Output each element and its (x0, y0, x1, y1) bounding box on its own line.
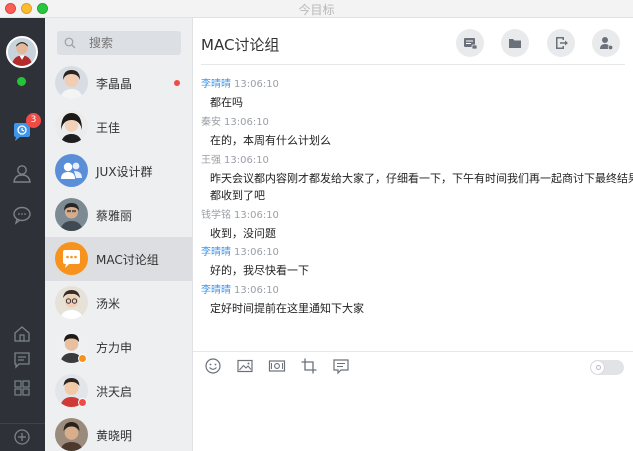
list-item-wangjia[interactable]: 王佳 (45, 105, 192, 149)
chat-bubble-icon[interactable] (11, 204, 33, 226)
list-item-hongtianqi[interactable]: 洪天启 (45, 369, 192, 413)
message-item: 李晴晴 13:06:10 好的，我尽快看一下 (201, 243, 625, 279)
message-meta: 李晴晴 13:06:10 (201, 243, 625, 258)
avatar (55, 198, 88, 231)
message-meta: 李晴晴 13:06:10 (201, 75, 625, 90)
chat-title: MAC讨论组 (201, 36, 280, 54)
avatar (55, 418, 88, 451)
message-item: 王强 13:06:10 昨天会议都内容刚才都发给大家了，仔细看一下，下午有时间我们… (201, 151, 633, 204)
avatar (55, 110, 88, 143)
add-circle-icon[interactable] (11, 426, 33, 448)
list-item-tangmi[interactable]: 汤米 (45, 281, 192, 325)
message-time: 13:06:10 (224, 117, 269, 128)
message-time: 13:06:10 (234, 79, 279, 90)
title-bar: 今目标 (0, 0, 633, 18)
message-text: 昨天会议都内容刚才都发给大家了，仔细看一下，下午有时间我们再一起商讨下最终结果，… (201, 170, 633, 204)
message-text: 在的，本周有什么计划么 (210, 134, 331, 147)
message-text: 定好时间提前在这里通知下大家 (210, 302, 364, 315)
message-item: 李晴晴 13:06:10 定好时间提前在这里通知下大家 (201, 281, 625, 317)
message-sender[interactable]: 李晴晴 (201, 285, 231, 296)
contact-name: 李晶晶 (96, 77, 133, 91)
message-meta: 李晴晴 13:06:10 (201, 281, 625, 296)
contact-name: 黄晓明 (96, 429, 133, 443)
message-meta: 秦安 13:06:10 (201, 113, 625, 128)
user-avatar-image (8, 38, 36, 66)
send-mode-toggle[interactable] (590, 360, 624, 375)
image-icon[interactable] (236, 357, 254, 375)
screenshot-icon[interactable] (268, 357, 286, 375)
list-item-huangxiaoming[interactable]: 黄晓明 (45, 413, 192, 451)
compose-button[interactable] (456, 29, 484, 57)
header-divider (201, 64, 625, 65)
crop-icon[interactable] (300, 357, 318, 375)
member-settings-button[interactable] (592, 29, 620, 57)
rail-divider (0, 423, 45, 424)
message-text: 收到，没问题 (210, 227, 276, 240)
folder-icon (509, 39, 521, 48)
list-item-jux-group[interactable]: JUX设计群 (45, 149, 192, 193)
message-sender[interactable]: 李晴晴 (201, 247, 231, 258)
notes-icon[interactable] (11, 349, 33, 371)
contact-name: 王佳 (96, 121, 121, 135)
message-item: 秦安 13:06:10 在的，本周有什么计划么 (201, 113, 625, 149)
online-status-dot (17, 77, 26, 86)
list-item-mac-group[interactable]: MAC讨论组 (45, 237, 192, 281)
apps-grid-icon[interactable] (11, 377, 33, 399)
message-record-icon[interactable] (332, 357, 350, 375)
message-text: 都在吗 (210, 96, 243, 109)
toggle-knob (591, 361, 604, 374)
exit-group-button[interactable] (547, 29, 575, 57)
message-time: 13:06:10 (224, 155, 269, 166)
exit-icon (556, 37, 568, 49)
contact-name: 蔡雅丽 (96, 209, 133, 223)
avatar (55, 66, 88, 99)
message-sender[interactable]: 李晴晴 (201, 79, 231, 90)
contact-name: 方力申 (96, 341, 133, 355)
message-item: 李晴晴 13:06:10 都在吗 (201, 75, 625, 111)
left-rail: 3 (0, 18, 45, 451)
message-line: 都收到了吧 (210, 189, 265, 202)
user-avatar[interactable] (6, 36, 38, 68)
list-item-fanglishen[interactable]: 方力申 (45, 325, 192, 369)
search-input[interactable] (57, 31, 181, 55)
toggle-off-mark (596, 365, 601, 370)
contact-name: JUX设计群 (96, 165, 153, 179)
message-time: 13:06:10 (234, 210, 279, 221)
status-badge (78, 354, 87, 363)
message-sender[interactable]: 王强 (201, 155, 221, 166)
window-title: 今目标 (298, 3, 335, 17)
group-avatar-icon (55, 154, 88, 187)
contact-name: MAC讨论组 (96, 253, 159, 267)
emoji-icon[interactable] (204, 357, 222, 375)
message-text: 好的，我尽快看一下 (210, 264, 309, 277)
message-sender[interactable]: 钱学铭 (201, 210, 231, 221)
status-badge (78, 398, 87, 407)
unread-dot (174, 80, 180, 86)
message-time: 13:06:10 (234, 285, 279, 296)
composer-divider (193, 351, 633, 352)
avatar (55, 286, 88, 319)
contact-name: 汤米 (96, 297, 121, 311)
conversation-list: 李晶晶 王佳 JUX设计群 蔡雅丽 MAC讨论组 汤米 (45, 18, 193, 451)
message-meta: 王强 13:06:10 (201, 151, 625, 166)
home-icon[interactable] (11, 323, 33, 345)
message-line: 昨天会议都内容刚才都发给大家了，仔细看一下，下午有时间我们再一起商讨下最终结果， (210, 172, 633, 185)
list-item-caiyali[interactable]: 蔡雅丽 (45, 193, 192, 237)
message-time: 13:06:10 (234, 247, 279, 258)
message-sender[interactable]: 秦安 (201, 117, 221, 128)
chat-group-icon (55, 242, 88, 275)
compose-icon (464, 38, 478, 50)
contact-name: 洪天启 (96, 385, 133, 399)
list-item-lijingjing[interactable]: 李晶晶 (45, 61, 192, 105)
message-item: 钱学铭 13:06:10 收到，没问题 (201, 206, 625, 242)
message-meta: 钱学铭 13:06:10 (201, 206, 625, 221)
member-settings-icon (600, 37, 614, 51)
unread-badge: 3 (26, 113, 41, 128)
files-button[interactable] (501, 29, 529, 57)
chat-panel: MAC讨论组 李晴晴 13:06:10 都在吗 秦安 13:06:10 在的，本周有… (193, 18, 633, 451)
person-icon[interactable] (11, 163, 33, 185)
